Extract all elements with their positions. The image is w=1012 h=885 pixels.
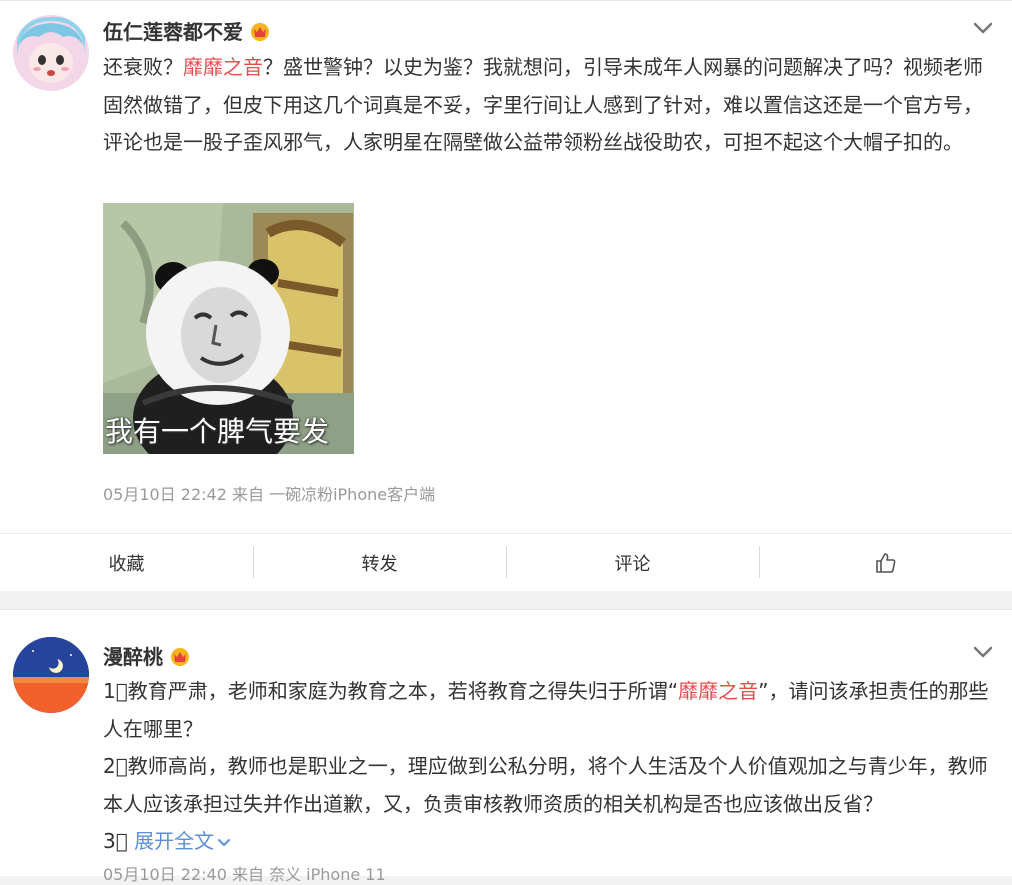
username-label[interactable]: 伍仁莲蓉都不爱 — [103, 16, 243, 45]
post-body: 还衰败？靡靡之音？盛世警钟？以史为鉴？我就想问，引导未成年人网暴的问题解决了吗？… — [103, 55, 983, 154]
collect-button[interactable]: 收藏 — [0, 534, 253, 591]
post-meta: 05月10日 22:40 来自 奈义 iPhone 11 — [103, 865, 386, 884]
repost-button[interactable]: 转发 — [253, 534, 506, 591]
post-meta: 05月10日 22:42 来自 一碗凉粉iPhone客户端 — [103, 485, 436, 504]
username[interactable]: 伍仁莲蓉都不爱 — [103, 16, 271, 45]
crown-icon — [251, 22, 269, 41]
post-card: 伍仁莲蓉都不爱 还衰败？靡靡之音？盛世警钟？以史为鉴？我就想问，引导未成年人网暴… — [0, 0, 1012, 591]
hashtag-link[interactable]: 靡靡之音 — [678, 679, 758, 703]
post-paragraph: 3  展开全文 — [103, 823, 993, 861]
chevron-down-icon[interactable] — [972, 641, 994, 663]
crown-icon — [171, 647, 189, 666]
chevron-down-icon[interactable] — [972, 17, 994, 39]
like-button[interactable] — [759, 534, 1012, 591]
username-label[interactable]: 漫醉桃 — [103, 641, 163, 670]
comment-button[interactable]: 评论 — [506, 534, 759, 591]
avatar[interactable] — [13, 637, 89, 713]
meme-caption: 我有一个脾气要发 — [105, 415, 330, 448]
meme-image[interactable]: 我有一个脾气要发 — [103, 203, 354, 454]
expand-link[interactable]: 展开全文 — [134, 829, 232, 853]
chevron-down-icon — [218, 838, 231, 846]
action-bar: 收藏 转发 评论 — [0, 533, 1012, 591]
post-card: 漫醉桃 1 教育严肃，老师和家庭为教育之本，若将教育之得失归于所谓“靡靡之音”，… — [0, 609, 1012, 884]
post-body: 1 教育严肃，老师和家庭为教育之本，若将教育之得失归于所谓“靡靡之音”，请问该承… — [103, 673, 993, 861]
avatar[interactable] — [13, 15, 89, 91]
username[interactable]: 漫醉桃 — [103, 641, 191, 670]
post-paragraph: 2 教师高尚，教师也是职业之一，理应做到公私分明，将个人生活及个人价值观加之与青… — [103, 754, 988, 816]
hashtag-link[interactable]: 靡靡之音 — [183, 55, 263, 79]
post-paragraph: 1 教育严肃，老师和家庭为教育之本，若将教育之得失归于所谓“靡靡之音”，请问该承… — [103, 679, 989, 741]
thumbs-up-icon — [875, 552, 895, 573]
